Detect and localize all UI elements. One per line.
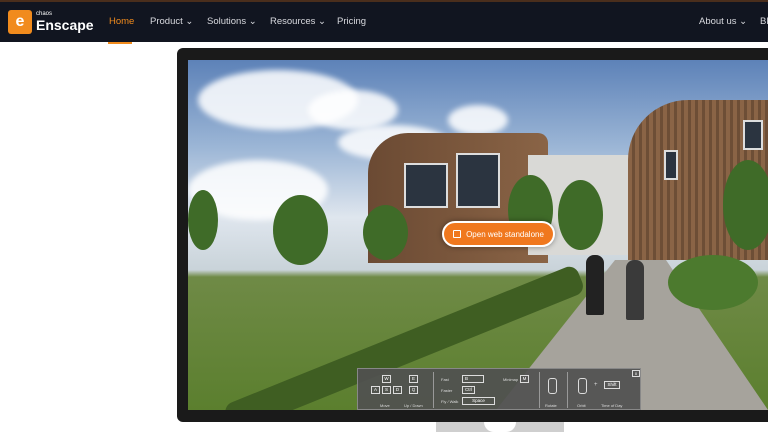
open-web-standalone-button[interactable]: Open web standalone [442,221,555,247]
monitor-stand-base [484,422,516,432]
nav-solutions[interactable]: Solutions ⌄ [207,16,257,27]
updown-label: Up / Down [404,403,423,408]
top-navbar: e chaos Enscape Home Product ⌄ Solutions… [0,2,768,44]
fast-label: Fast [441,377,449,382]
key-space: Space [462,397,495,405]
orbit-label: Orbit [577,403,586,408]
key-ctrl: Ctrl [462,386,475,394]
time-of-day-label: Time of Day [601,403,623,408]
nav-home[interactable]: Home [109,16,134,27]
brand-name[interactable]: Enscape [36,17,94,33]
key-q: Q [409,386,418,394]
mouse-orbit-icon [578,378,587,394]
navigation-controls-overlay: W A S D E Q Move Up / Down Fast B Faster… [357,368,641,410]
cta-label: Open web standalone [466,229,544,239]
key-shift: Shift [604,381,620,389]
faster-label: Faster [441,388,453,393]
nav-resources[interactable]: Resources ⌄ [270,16,326,27]
move-label: Move [380,403,390,408]
key-a: A [371,386,380,394]
key-e: E [409,375,418,383]
enscape-logo[interactable]: e [8,10,32,34]
key-d: D [393,386,402,394]
mouse-rotate-icon [548,378,557,394]
nav-pricing[interactable]: Pricing [337,16,366,27]
nav-blog[interactable]: Bl [760,16,768,27]
nav-about[interactable]: About us ⌄ [699,16,747,27]
fly-walk-label: Fly / Walk [441,399,459,404]
plus-sign: + [594,382,598,388]
nav-product[interactable]: Product ⌄ [150,16,193,27]
key-m: M [520,375,529,383]
minimap-label: Minimap [503,377,519,382]
rotate-label: Rotate [545,403,557,408]
close-controls-button[interactable]: x [632,370,640,377]
key-s: S [382,386,391,394]
external-link-icon [453,230,462,238]
key-w: W [382,375,391,383]
key-fast: B [462,375,484,383]
active-indicator [108,42,132,44]
